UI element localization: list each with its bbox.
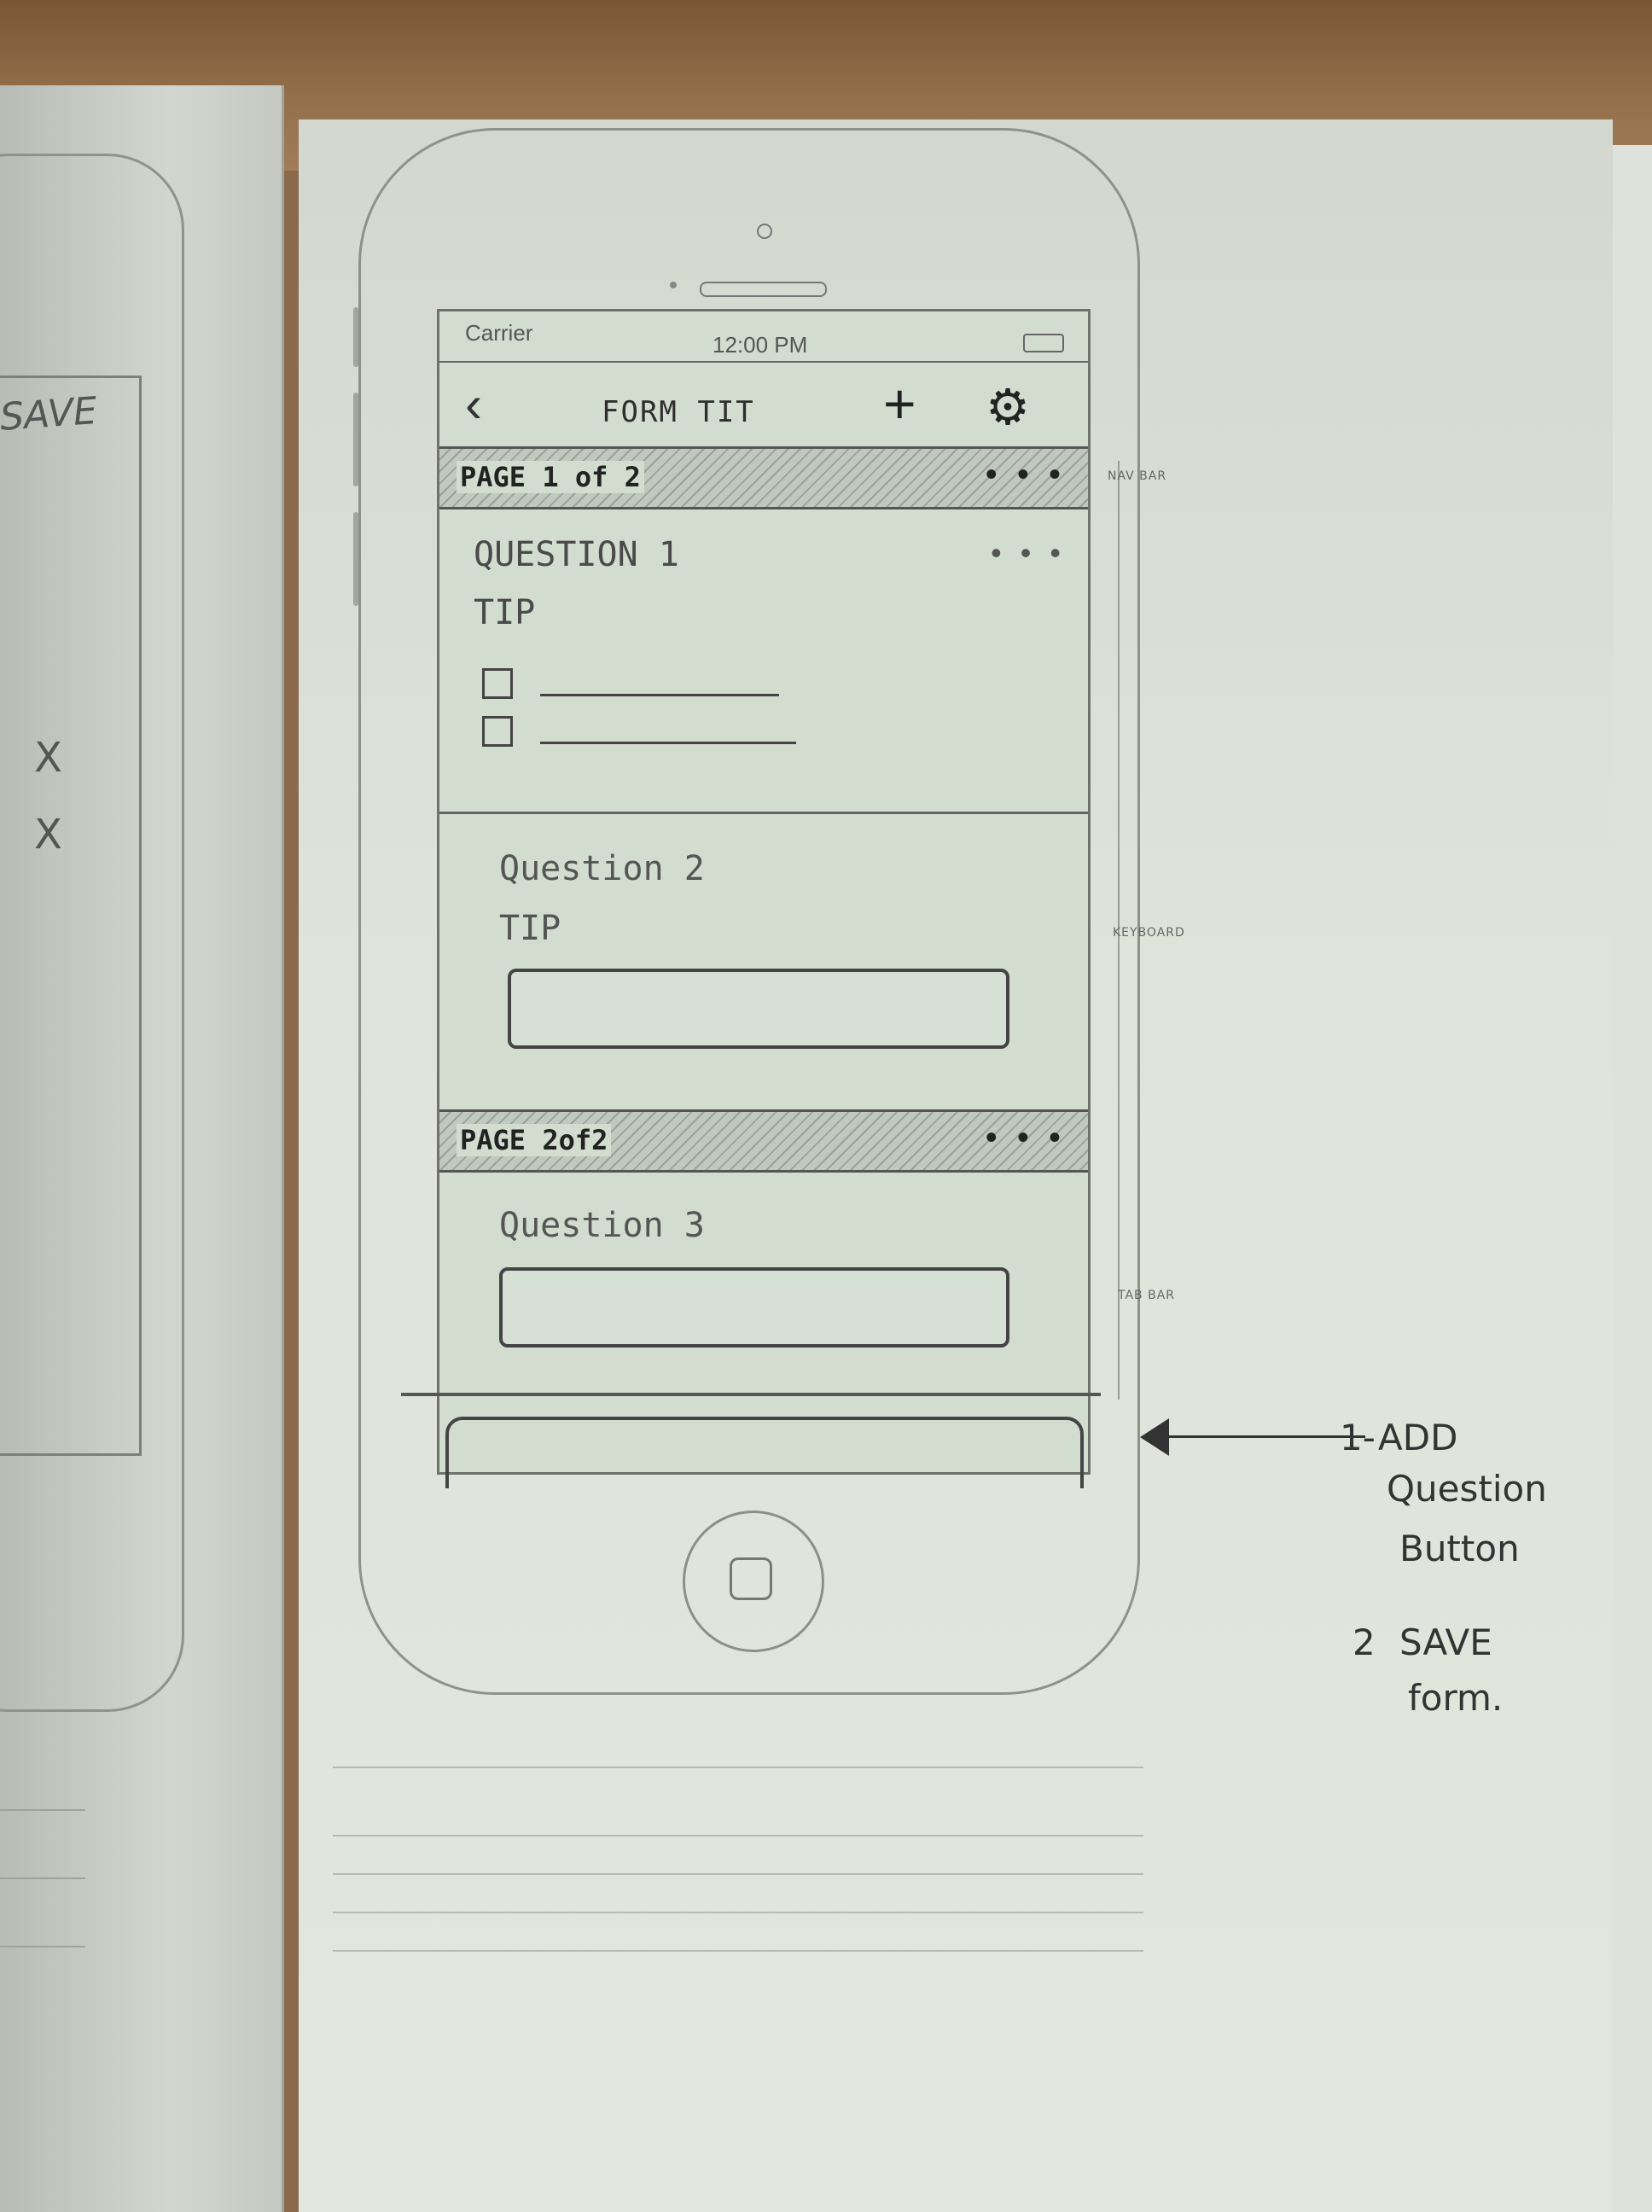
page-label: PAGE 2of2 xyxy=(457,1124,612,1156)
volume-up-button xyxy=(353,393,358,486)
side-button xyxy=(353,307,358,367)
tab-bar-label: TAB BAR xyxy=(1118,1289,1176,1302)
front-camera xyxy=(757,224,772,239)
earpiece-speaker xyxy=(700,282,827,297)
left-phone-screen xyxy=(0,375,142,1456)
ruled-line xyxy=(333,1873,1143,1875)
checkbox-option-line[interactable] xyxy=(540,742,796,744)
annotation-text: SAVE xyxy=(1399,1621,1492,1663)
ruled-line xyxy=(333,1767,1143,1768)
question-tip: TIP xyxy=(474,593,536,632)
chevron-left-icon[interactable]: ‹ xyxy=(465,375,482,434)
question-title: Question 2 xyxy=(499,849,705,888)
left-x-mark: X xyxy=(34,811,62,859)
checkbox-option-line[interactable] xyxy=(540,694,779,696)
arrow-line xyxy=(1160,1435,1365,1438)
question-divider xyxy=(439,812,1088,814)
nav-bar: ‹ FORM TIT + ⚙ xyxy=(439,361,1088,451)
page-header[interactable]: PAGE 2of2 • • • xyxy=(439,1109,1088,1173)
page-label: PAGE 1 of 2 xyxy=(457,461,644,493)
page-menu-icon[interactable]: • • • xyxy=(986,1119,1066,1157)
page-menu-icon[interactable]: • • • xyxy=(986,456,1066,494)
phone-screen: Carrier 12:00 PM ‹ FORM TIT + ⚙ PAGE 1 o… xyxy=(437,309,1091,1475)
plus-icon[interactable]: + xyxy=(883,371,916,436)
text-field[interactable] xyxy=(499,1267,1009,1348)
question-title: QUESTION 1 xyxy=(474,535,679,574)
ruled-line xyxy=(333,1950,1143,1952)
volume-down-button xyxy=(353,512,358,606)
page-header[interactable]: PAGE 1 of 2 • • • xyxy=(439,446,1088,509)
left-save-label: SAVE xyxy=(0,389,99,439)
ruled-line xyxy=(333,1835,1143,1837)
text-field[interactable] xyxy=(508,969,1009,1049)
left-ruled-line xyxy=(0,1809,85,1811)
form-title: FORM TIT xyxy=(602,395,755,429)
add-question-button[interactable] xyxy=(445,1417,1084,1488)
nav-bar-label: NAV BAR xyxy=(1108,469,1167,483)
carrier-label: Carrier xyxy=(465,320,533,346)
question-title: Question 3 xyxy=(499,1206,705,1245)
left-ruled-line xyxy=(0,1877,85,1879)
status-time: 12:00 PM xyxy=(713,332,808,358)
question-menu-icon[interactable]: • • • xyxy=(991,535,1066,571)
annotation-number: 2 xyxy=(1352,1621,1376,1663)
gear-icon[interactable]: ⚙ xyxy=(986,378,1030,436)
checkbox[interactable] xyxy=(482,668,513,699)
left-x-mark: X xyxy=(34,734,62,782)
question-tip: TIP xyxy=(499,909,561,948)
sensor-dot xyxy=(670,282,677,288)
keyboard-label: KEYBOARD xyxy=(1113,926,1185,940)
home-square-icon xyxy=(730,1557,772,1600)
annotation-text: form. xyxy=(1408,1677,1504,1719)
annotation-text: ADD xyxy=(1378,1417,1458,1458)
battery-icon xyxy=(1023,334,1064,352)
checkbox[interactable] xyxy=(482,716,513,747)
left-ruled-line xyxy=(0,1946,85,1947)
status-bar: Carrier 12:00 PM xyxy=(439,311,1088,361)
annotation-number: 1- xyxy=(1340,1417,1376,1458)
annotation-text: Button xyxy=(1399,1528,1520,1569)
ruled-line xyxy=(333,1912,1143,1913)
annotation-text: Question xyxy=(1387,1468,1547,1510)
tab-bar-divider xyxy=(401,1393,1101,1396)
